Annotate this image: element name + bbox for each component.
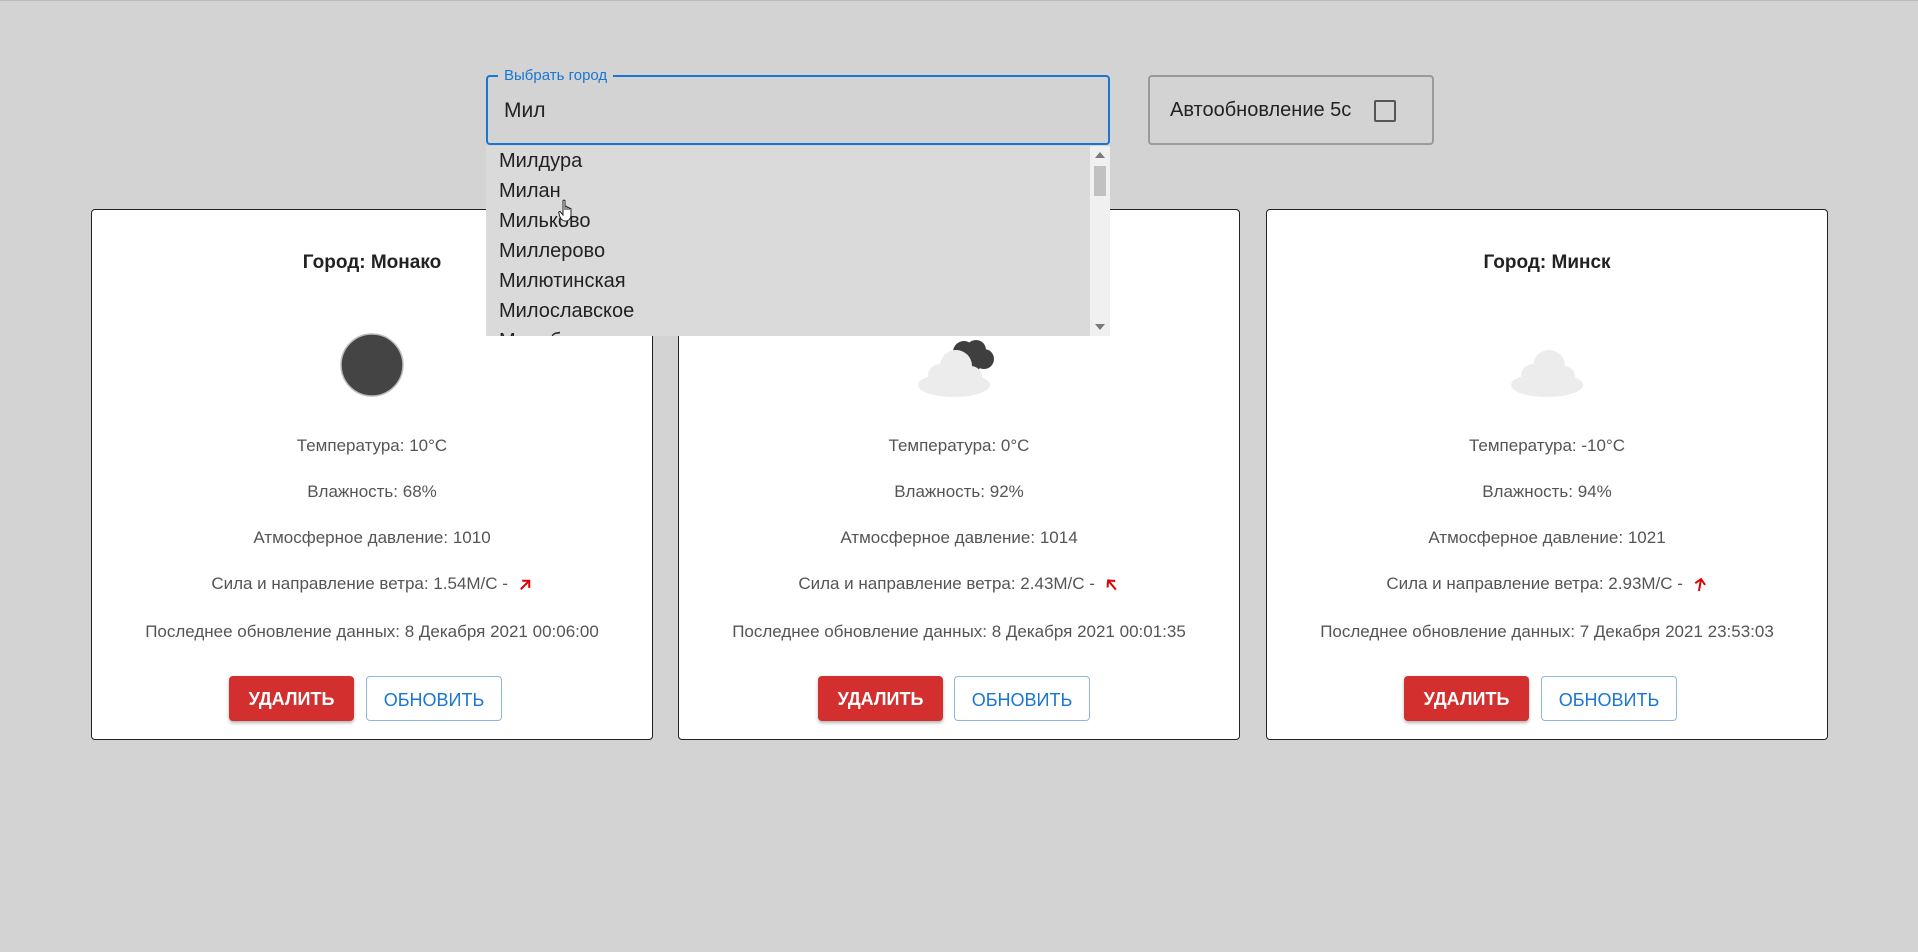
pressure-text: Атмосферное давление: 1014 [840, 528, 1078, 547]
pressure-text: Атмосферное давление: 1021 [1428, 528, 1666, 547]
scroll-thumb[interactable] [1094, 166, 1106, 196]
wind-text: Сила и направление ветра: 2.43М/С - [798, 574, 1095, 593]
suggestion-option[interactable]: Милютинская [499, 266, 626, 296]
wind-text: Сила и направление ветра: 2.93М/С - [1386, 574, 1683, 593]
suggestion-option[interactable]: Милоб [499, 326, 561, 336]
scroll-up-icon[interactable] [1095, 152, 1105, 158]
temperature-text: Температура: 10°C [296, 436, 448, 455]
suggestion-option[interactable]: Милан [499, 176, 561, 206]
scroll-down-icon[interactable] [1095, 324, 1105, 330]
delete-button[interactable]: УДАЛИТЬ [229, 676, 354, 721]
weather-card-minsk: Город: Минск Температура: -10°C Влажност… [1266, 209, 1828, 740]
autoupdate-label: Автообновление 5с [1170, 99, 1352, 121]
update-button[interactable]: ОБНОВИТЬ [366, 676, 502, 721]
suggestion-option[interactable]: Миллерово [499, 236, 605, 266]
weather-icon-container [679, 332, 1239, 412]
wind-direction-arrow-icon [1106, 578, 1117, 590]
hand-cursor-icon [558, 199, 572, 222]
last-updated-text: Последнее обновление данных: 8 Декабря 2… [145, 622, 599, 641]
city-search-label: Выбрать город [498, 67, 614, 85]
autoupdate-checkbox[interactable] [1374, 100, 1396, 122]
update-button[interactable]: ОБНОВИТЬ [1541, 676, 1677, 721]
update-button[interactable]: ОБНОВИТЬ [954, 676, 1090, 721]
last-updated-text: Последнее обновление данных: 8 Декабря 2… [732, 622, 1186, 641]
suggestion-option[interactable]: Милославское [499, 296, 634, 326]
weather-icon-container [92, 332, 652, 412]
pressure-text: Атмосферное давление: 1010 [253, 528, 491, 547]
humidity-text: Влажность: 68% [307, 482, 437, 501]
top-border [0, 0, 1918, 1]
temperature-text: Температура: 0°C [888, 436, 1030, 455]
wind-direction-arrow-icon [519, 579, 530, 590]
autoupdate-control[interactable]: Автообновление 5с [1148, 75, 1434, 145]
wind-row: Сила и направление ветра: 2.93М/С - [1267, 574, 1827, 594]
humidity-text: Влажность: 94% [1482, 482, 1612, 501]
suggestion-option[interactable]: Милдура [499, 146, 582, 176]
moon-dark-circle-icon [340, 333, 404, 397]
city-suggestions-list: Милдура Милан Мильково Миллерово Милютин… [486, 146, 1110, 336]
city-search-field[interactable]: Выбрать город [486, 67, 1110, 145]
humidity-text: Влажность: 92% [894, 482, 1024, 501]
temperature-text: Температура: -10°C [1468, 436, 1626, 455]
delete-button[interactable]: УДАЛИТЬ [818, 676, 943, 721]
dropdown-scrollbar[interactable] [1090, 146, 1110, 336]
wind-row: Сила и направление ветра: 1.54М/С - [92, 574, 652, 594]
wind-text: Сила и направление ветра: 1.54М/С - [211, 574, 508, 593]
city-title: Город: Минск [1483, 252, 1611, 273]
last-updated-text: Последнее обновление данных: 7 Декабря 2… [1320, 622, 1774, 641]
delete-button[interactable]: УДАЛИТЬ [1404, 676, 1529, 721]
city-search-input[interactable] [502, 89, 1096, 133]
weather-icon-container [1267, 332, 1827, 412]
cloud-night-icon [918, 340, 994, 397]
cloud-icon [1511, 350, 1583, 397]
suggestion-option[interactable]: Мильково [499, 206, 591, 236]
wind-row: Сила и направление ветра: 2.43М/С - [679, 574, 1239, 594]
wind-direction-arrow-icon [1694, 577, 1706, 591]
